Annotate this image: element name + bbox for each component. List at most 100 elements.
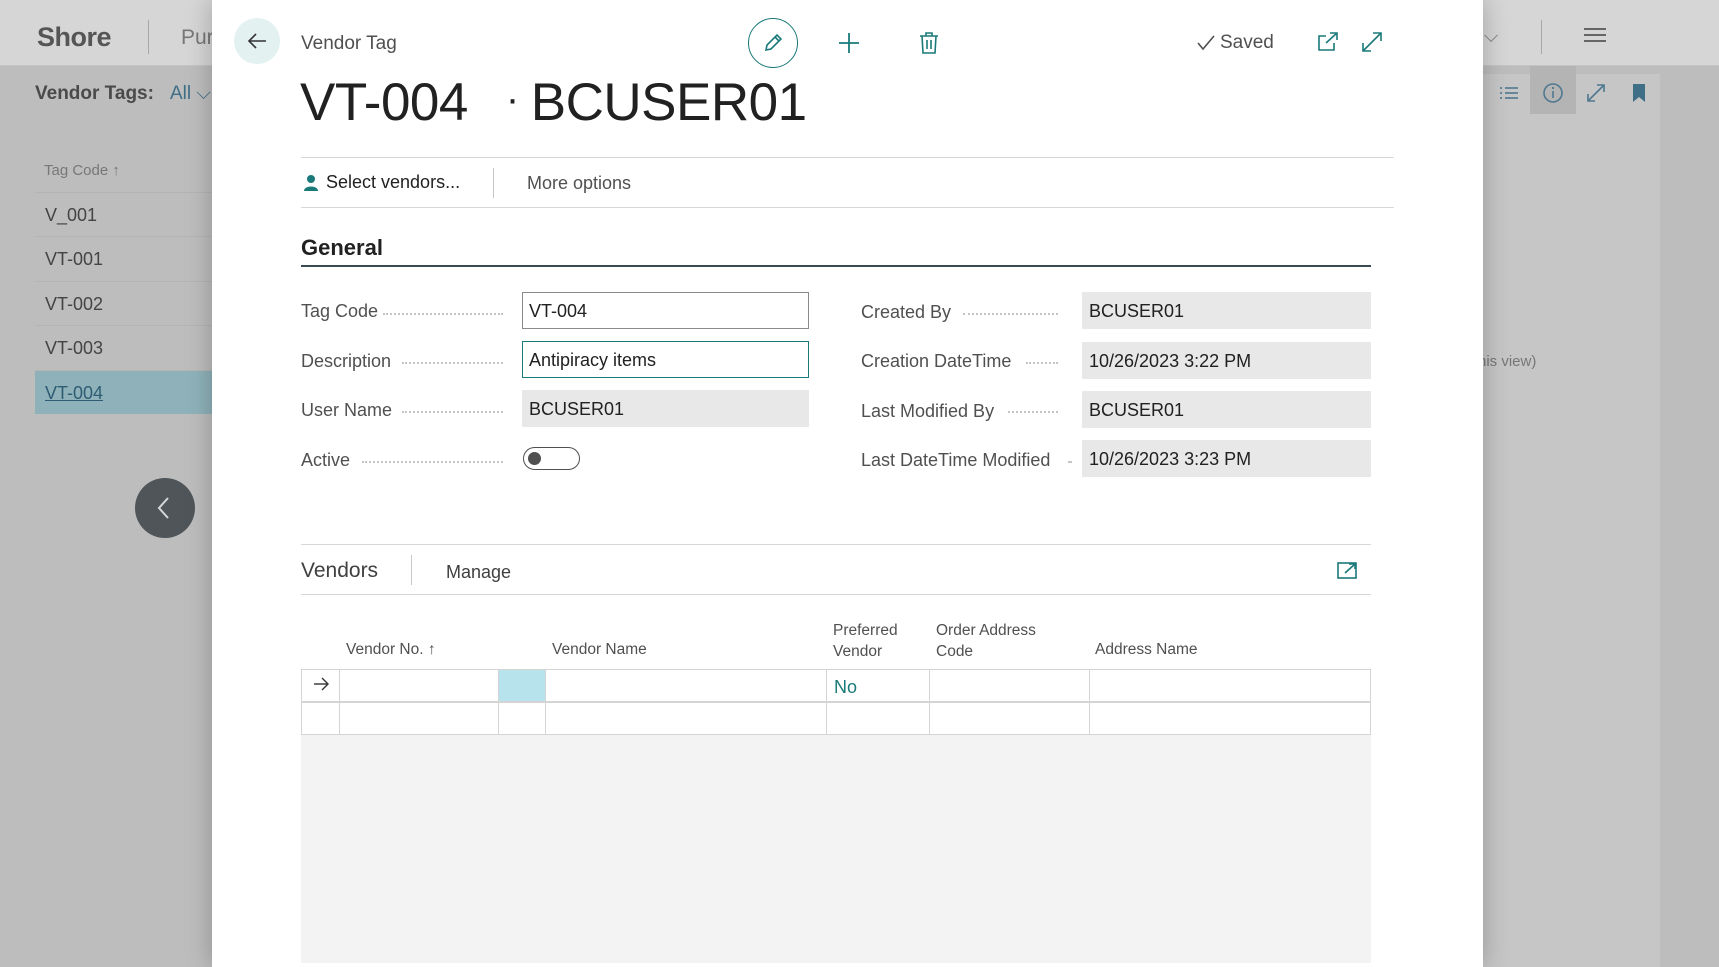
vendors-part-divider <box>301 544 1371 545</box>
column-header-order-address-code-line-2: Code <box>936 643 974 660</box>
address-name-cell[interactable] <box>1090 703 1370 734</box>
background-factbox <box>1482 74 1660 967</box>
action-bar: Select vendors... More options <box>301 157 1394 208</box>
background-divider <box>148 20 149 54</box>
row-actions-cell[interactable] <box>499 670 546 701</box>
checkmark-icon <box>1197 35 1215 51</box>
row-actions-cell[interactable] <box>499 703 546 734</box>
last-datetime-modified-field: 10/26/2023 3:23 PM <box>1082 440 1371 477</box>
general-section-rule <box>301 265 1371 267</box>
active-leader <box>362 461 503 463</box>
active-label: Active <box>301 450 351 470</box>
background-list-row-selected: VT-004 <box>35 370 215 414</box>
table-row[interactable] <box>301 702 1371 735</box>
person-icon <box>304 174 318 191</box>
table-row[interactable]: No <box>301 669 1371 702</box>
vendors-manage-action[interactable]: Manage <box>446 562 511 583</box>
vendors-part-divider <box>301 594 1371 595</box>
tag-code-leader <box>383 313 503 315</box>
column-header-vendor-name[interactable]: Vendor Name <box>552 639 647 660</box>
general-section-header[interactable]: General <box>301 235 383 261</box>
expand-icon <box>1585 82 1611 108</box>
last-modified-by-field: BCUSER01 <box>1082 391 1371 428</box>
vendor-name-cell[interactable] <box>546 670 827 701</box>
creation-datetime-field: 10/26/2023 3:22 PM <box>1082 342 1371 379</box>
user-name-label: User Name <box>301 400 393 420</box>
column-header-order-address-code[interactable]: Order Address Code <box>936 620 1036 662</box>
expand-icon <box>1362 32 1382 52</box>
row-indicator <box>302 670 340 701</box>
background-filter-value: All ⌵ <box>170 83 211 105</box>
column-header-preferred-vendor-line-1: Preferred <box>833 622 898 639</box>
last-datetime-modified-leader <box>1068 461 1072 463</box>
action-bar-divider <box>493 168 494 198</box>
background-list-row: VT-001 <box>35 236 215 280</box>
chevron-down-icon: ⌵ <box>191 83 211 104</box>
vendors-grid: No <box>301 669 1371 963</box>
created-by-leader <box>963 313 1058 315</box>
vendors-part-title: Vendors <box>301 559 379 582</box>
record-title-separator: · <box>505 77 519 121</box>
pencil-icon <box>764 33 783 52</box>
background-nav-item: Pur <box>181 26 214 49</box>
created-by-field: BCUSER01 <box>1082 292 1371 329</box>
column-header-order-address-code-line-1: Order Address <box>936 622 1036 639</box>
record-title-user: BCUSER01 <box>530 73 807 132</box>
more-options-action[interactable]: More options <box>527 173 631 194</box>
vendors-open-button[interactable] <box>1336 559 1360 583</box>
row-indicator <box>302 703 340 734</box>
new-button[interactable] <box>834 28 864 58</box>
arrow-right-icon <box>314 677 329 691</box>
description-label: Description <box>301 351 392 371</box>
tag-code-field[interactable]: VT-004 <box>522 292 809 329</box>
info-icon <box>1542 82 1568 108</box>
record-title: VT-004 · BCUSER01 <box>300 72 807 133</box>
order-address-code-cell[interactable] <box>930 703 1090 734</box>
vendors-part-separator <box>411 555 412 585</box>
created-by-label: Created By <box>861 302 952 322</box>
user-name-leader <box>402 411 503 413</box>
description-leader <box>402 362 503 364</box>
preferred-vendor-cell[interactable]: No <box>827 670 930 701</box>
delete-button[interactable] <box>914 28 944 58</box>
column-header-vendor-no[interactable]: Vendor No. ↑ <box>346 639 436 660</box>
background-filter-label: Vendor Tags: <box>35 83 154 104</box>
tag-code-label: Tag Code <box>301 301 379 321</box>
preferred-vendor-cell[interactable] <box>827 703 930 734</box>
vendor-no-cell[interactable] <box>340 670 499 701</box>
background-brand: Shore <box>37 22 112 52</box>
last-modified-by-label: Last Modified By <box>861 401 995 421</box>
select-vendors-action[interactable]: Select vendors... <box>304 172 460 193</box>
background-list-row: V_001 <box>35 192 215 236</box>
last-modified-by-leader <box>1008 411 1058 413</box>
background-filter-value-text: All <box>170 83 192 104</box>
edit-button[interactable] <box>748 18 798 68</box>
description-field[interactable]: Antipiracy items <box>522 341 809 378</box>
vendor-tag-card: Vendor Tag Saved VT-004 · BCUSER01 Select … <box>212 0 1483 967</box>
saved-status-text: Saved <box>1220 32 1274 53</box>
active-toggle[interactable] <box>523 447 580 470</box>
back-button[interactable] <box>234 18 280 64</box>
background-view-text: his view) <box>1478 353 1537 370</box>
column-header-preferred-vendor-line-2: Vendor <box>833 643 883 660</box>
column-header-preferred-vendor[interactable]: Preferred Vendor <box>833 620 898 662</box>
bookmark-icon <box>1628 82 1654 108</box>
vendor-name-cell[interactable] <box>546 703 827 734</box>
trash-icon <box>920 32 938 54</box>
open-new-window-button[interactable] <box>1316 30 1342 56</box>
background-list-row: VT-002 <box>35 281 215 325</box>
hamburger-menu-icon <box>1584 28 1606 42</box>
background-list-header: Tag Code ↑ <box>44 162 120 179</box>
open-in-new-window-icon <box>1318 32 1338 51</box>
vendor-no-cell[interactable] <box>340 703 499 734</box>
last-datetime-modified-label: Last DateTime Modified <box>861 450 1051 470</box>
saved-status: Saved <box>1196 32 1274 54</box>
background-list-row: VT-003 <box>35 325 215 369</box>
open-in-new-window-icon <box>1337 562 1357 579</box>
address-name-cell[interactable] <box>1090 670 1370 701</box>
column-header-address-name[interactable]: Address Name <box>1095 639 1198 660</box>
order-address-code-cell[interactable] <box>930 670 1090 701</box>
creation-datetime-label: Creation DateTime <box>861 351 1012 371</box>
expand-button[interactable] <box>1360 30 1386 56</box>
record-title-code: VT-004 <box>300 73 468 132</box>
